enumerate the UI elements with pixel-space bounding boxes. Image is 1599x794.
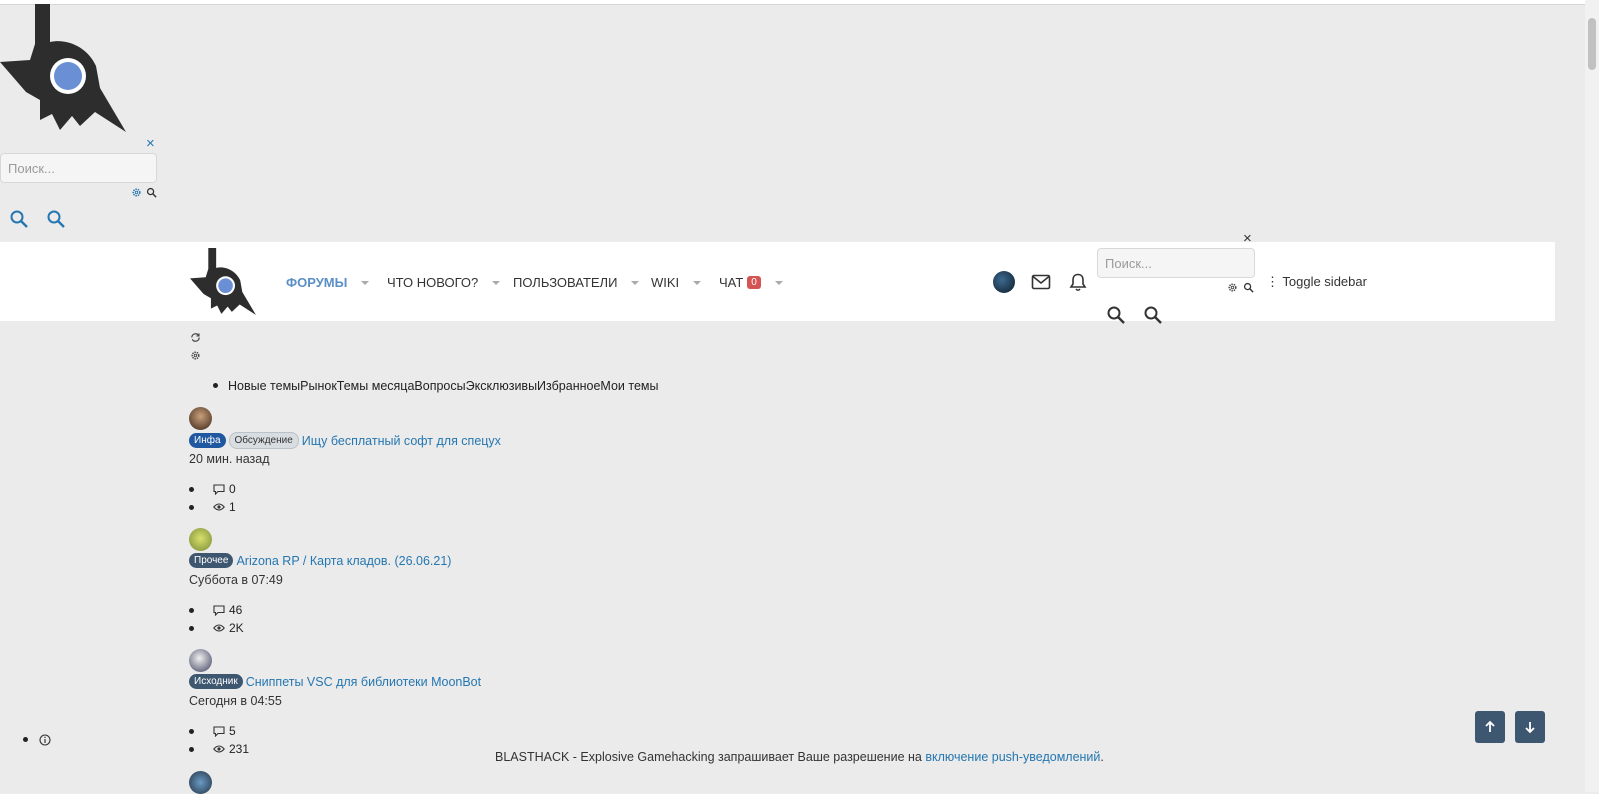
nav-wiki[interactable]: WIKI xyxy=(651,275,702,290)
nav-chat[interactable]: ЧАТ 0 xyxy=(719,275,783,290)
eye-icon xyxy=(213,745,225,753)
list-bullet xyxy=(23,737,28,742)
view-count: 231 xyxy=(189,742,250,756)
prefix-badge[interactable]: Прочее xyxy=(189,553,234,568)
prefix-badge[interactable]: Обсуждение xyxy=(228,432,299,449)
view-count-value: 2K xyxy=(229,621,244,635)
comment-icon xyxy=(213,604,225,616)
list-bullet xyxy=(189,626,194,631)
bell-icon[interactable] xyxy=(1068,272,1088,292)
reply-count: 0 xyxy=(189,482,236,496)
view-count: 1 xyxy=(189,500,236,514)
comment-icon xyxy=(213,725,225,737)
nav-users-label: ПОЛЬЗОВАТЕЛИ xyxy=(513,275,618,290)
thread-title-line: Исходник Сниппеты VSC для библиотеки Moo… xyxy=(189,674,481,689)
search-icon[interactable] xyxy=(146,187,157,198)
gear-icon[interactable] xyxy=(190,350,201,361)
thread-time: Суббота в 07:49 xyxy=(189,573,283,587)
push-notice-text: BLASTHACK - Explosive Gamehacking запраш… xyxy=(495,750,926,764)
search-input-top[interactable] xyxy=(0,153,157,183)
thread-time: 20 мин. назад xyxy=(189,452,270,466)
search-close-icon[interactable]: × xyxy=(146,136,155,151)
nav-whats-new[interactable]: ЧТО НОВОГО? xyxy=(387,275,501,290)
view-count-value: 1 xyxy=(229,500,236,514)
search-icon[interactable] xyxy=(46,209,66,229)
chevron-down-icon[interactable] xyxy=(631,280,640,285)
thread-title-link[interactable]: Ищу бесплатный софт для спецух xyxy=(302,434,501,448)
prefix-badge[interactable]: Исходник xyxy=(189,674,243,689)
list-bullet xyxy=(189,505,194,510)
list-bullet xyxy=(189,747,194,752)
arrow-up-icon xyxy=(1485,720,1495,732)
reply-count-value: 5 xyxy=(229,724,236,738)
list-bullet xyxy=(189,487,194,492)
tab-labels[interactable]: Новые темыРынокТемы месяцаВопросыЭксклюз… xyxy=(228,379,658,393)
view-count: 2K xyxy=(189,621,244,635)
search-close-icon[interactable]: × xyxy=(1243,231,1252,246)
reply-count: 5 xyxy=(189,724,236,738)
thread-title-line: Инфа Обсуждение Ищу бесплатный софт для … xyxy=(189,432,501,449)
eye-icon xyxy=(213,503,225,511)
blasthack-logo-icon[interactable] xyxy=(190,248,258,316)
gear-icon[interactable] xyxy=(1227,282,1238,293)
thread-title-link[interactable]: Сниппеты VSC для библиотеки MoonBot xyxy=(246,675,481,689)
avatar[interactable] xyxy=(189,407,212,430)
top-border xyxy=(0,0,1585,5)
search-icon[interactable] xyxy=(1106,305,1126,325)
reply-count-value: 0 xyxy=(229,482,236,496)
search-icon[interactable] xyxy=(1243,282,1254,293)
push-permission-notice: BLASTHACK - Explosive Gamehacking запраш… xyxy=(495,750,1104,764)
reply-count: 46 xyxy=(189,603,243,617)
chevron-down-icon[interactable] xyxy=(693,280,702,285)
avatar[interactable] xyxy=(189,528,212,551)
scroll-down-button[interactable] xyxy=(1515,711,1545,743)
blasthack-logo-icon[interactable] xyxy=(0,4,130,134)
thread-title-link[interactable]: Arizona RP / Карта кладов. (26.06.21) xyxy=(236,554,451,568)
nav-forums-label: ФОРУМЫ xyxy=(286,275,348,290)
page-scrollbar[interactable] xyxy=(1585,0,1599,792)
scrollbar-thumb[interactable] xyxy=(1588,18,1596,70)
info-icon[interactable] xyxy=(39,734,51,746)
eye-icon xyxy=(213,624,225,632)
chevron-down-icon[interactable] xyxy=(492,280,501,285)
thread-title-line: Прочее Arizona RP / Карта кладов. (26.06… xyxy=(189,553,451,568)
chevron-down-icon[interactable] xyxy=(361,280,370,285)
chat-count-badge: 0 xyxy=(747,276,761,289)
mail-icon[interactable] xyxy=(1031,272,1051,292)
nav-chat-label: ЧАТ xyxy=(719,275,744,290)
prefix-badge[interactable]: Инфа xyxy=(189,433,226,448)
arrow-down-icon xyxy=(1525,722,1535,734)
search-icon[interactable] xyxy=(9,209,29,229)
chevron-down-icon[interactable] xyxy=(774,280,783,285)
thread-time: Сегодня в 04:55 xyxy=(189,694,282,708)
scroll-up-button[interactable] xyxy=(1475,711,1505,743)
avatar[interactable] xyxy=(189,649,212,672)
gear-icon[interactable] xyxy=(131,187,142,198)
nav-wiki-label: WIKI xyxy=(651,275,680,290)
view-count-value: 231 xyxy=(229,742,250,756)
nav-forums[interactable]: ФОРУМЫ xyxy=(286,275,370,290)
toggle-sidebar-label: Toggle sidebar xyxy=(1282,274,1367,289)
comment-icon xyxy=(213,483,225,495)
nav-users[interactable]: ПОЛЬЗОВАТЕЛИ xyxy=(513,275,640,290)
nav-whats-new-label: ЧТО НОВОГО? xyxy=(387,275,479,290)
avatar[interactable] xyxy=(993,271,1015,293)
list-bullet xyxy=(213,383,218,388)
list-bullet xyxy=(189,608,194,613)
enable-push-link[interactable]: включение push-уведомлений xyxy=(925,750,1100,764)
search-input-header[interactable] xyxy=(1097,248,1255,278)
avatar[interactable] xyxy=(189,771,212,794)
push-notice-tail: . xyxy=(1100,750,1104,764)
toggle-sidebar-button[interactable]: ⋮ Toggle sidebar xyxy=(1266,274,1367,290)
search-icon[interactable] xyxy=(1143,305,1163,325)
reply-count-value: 46 xyxy=(229,603,243,617)
refresh-icon[interactable] xyxy=(190,332,201,343)
list-bullet xyxy=(189,729,194,734)
